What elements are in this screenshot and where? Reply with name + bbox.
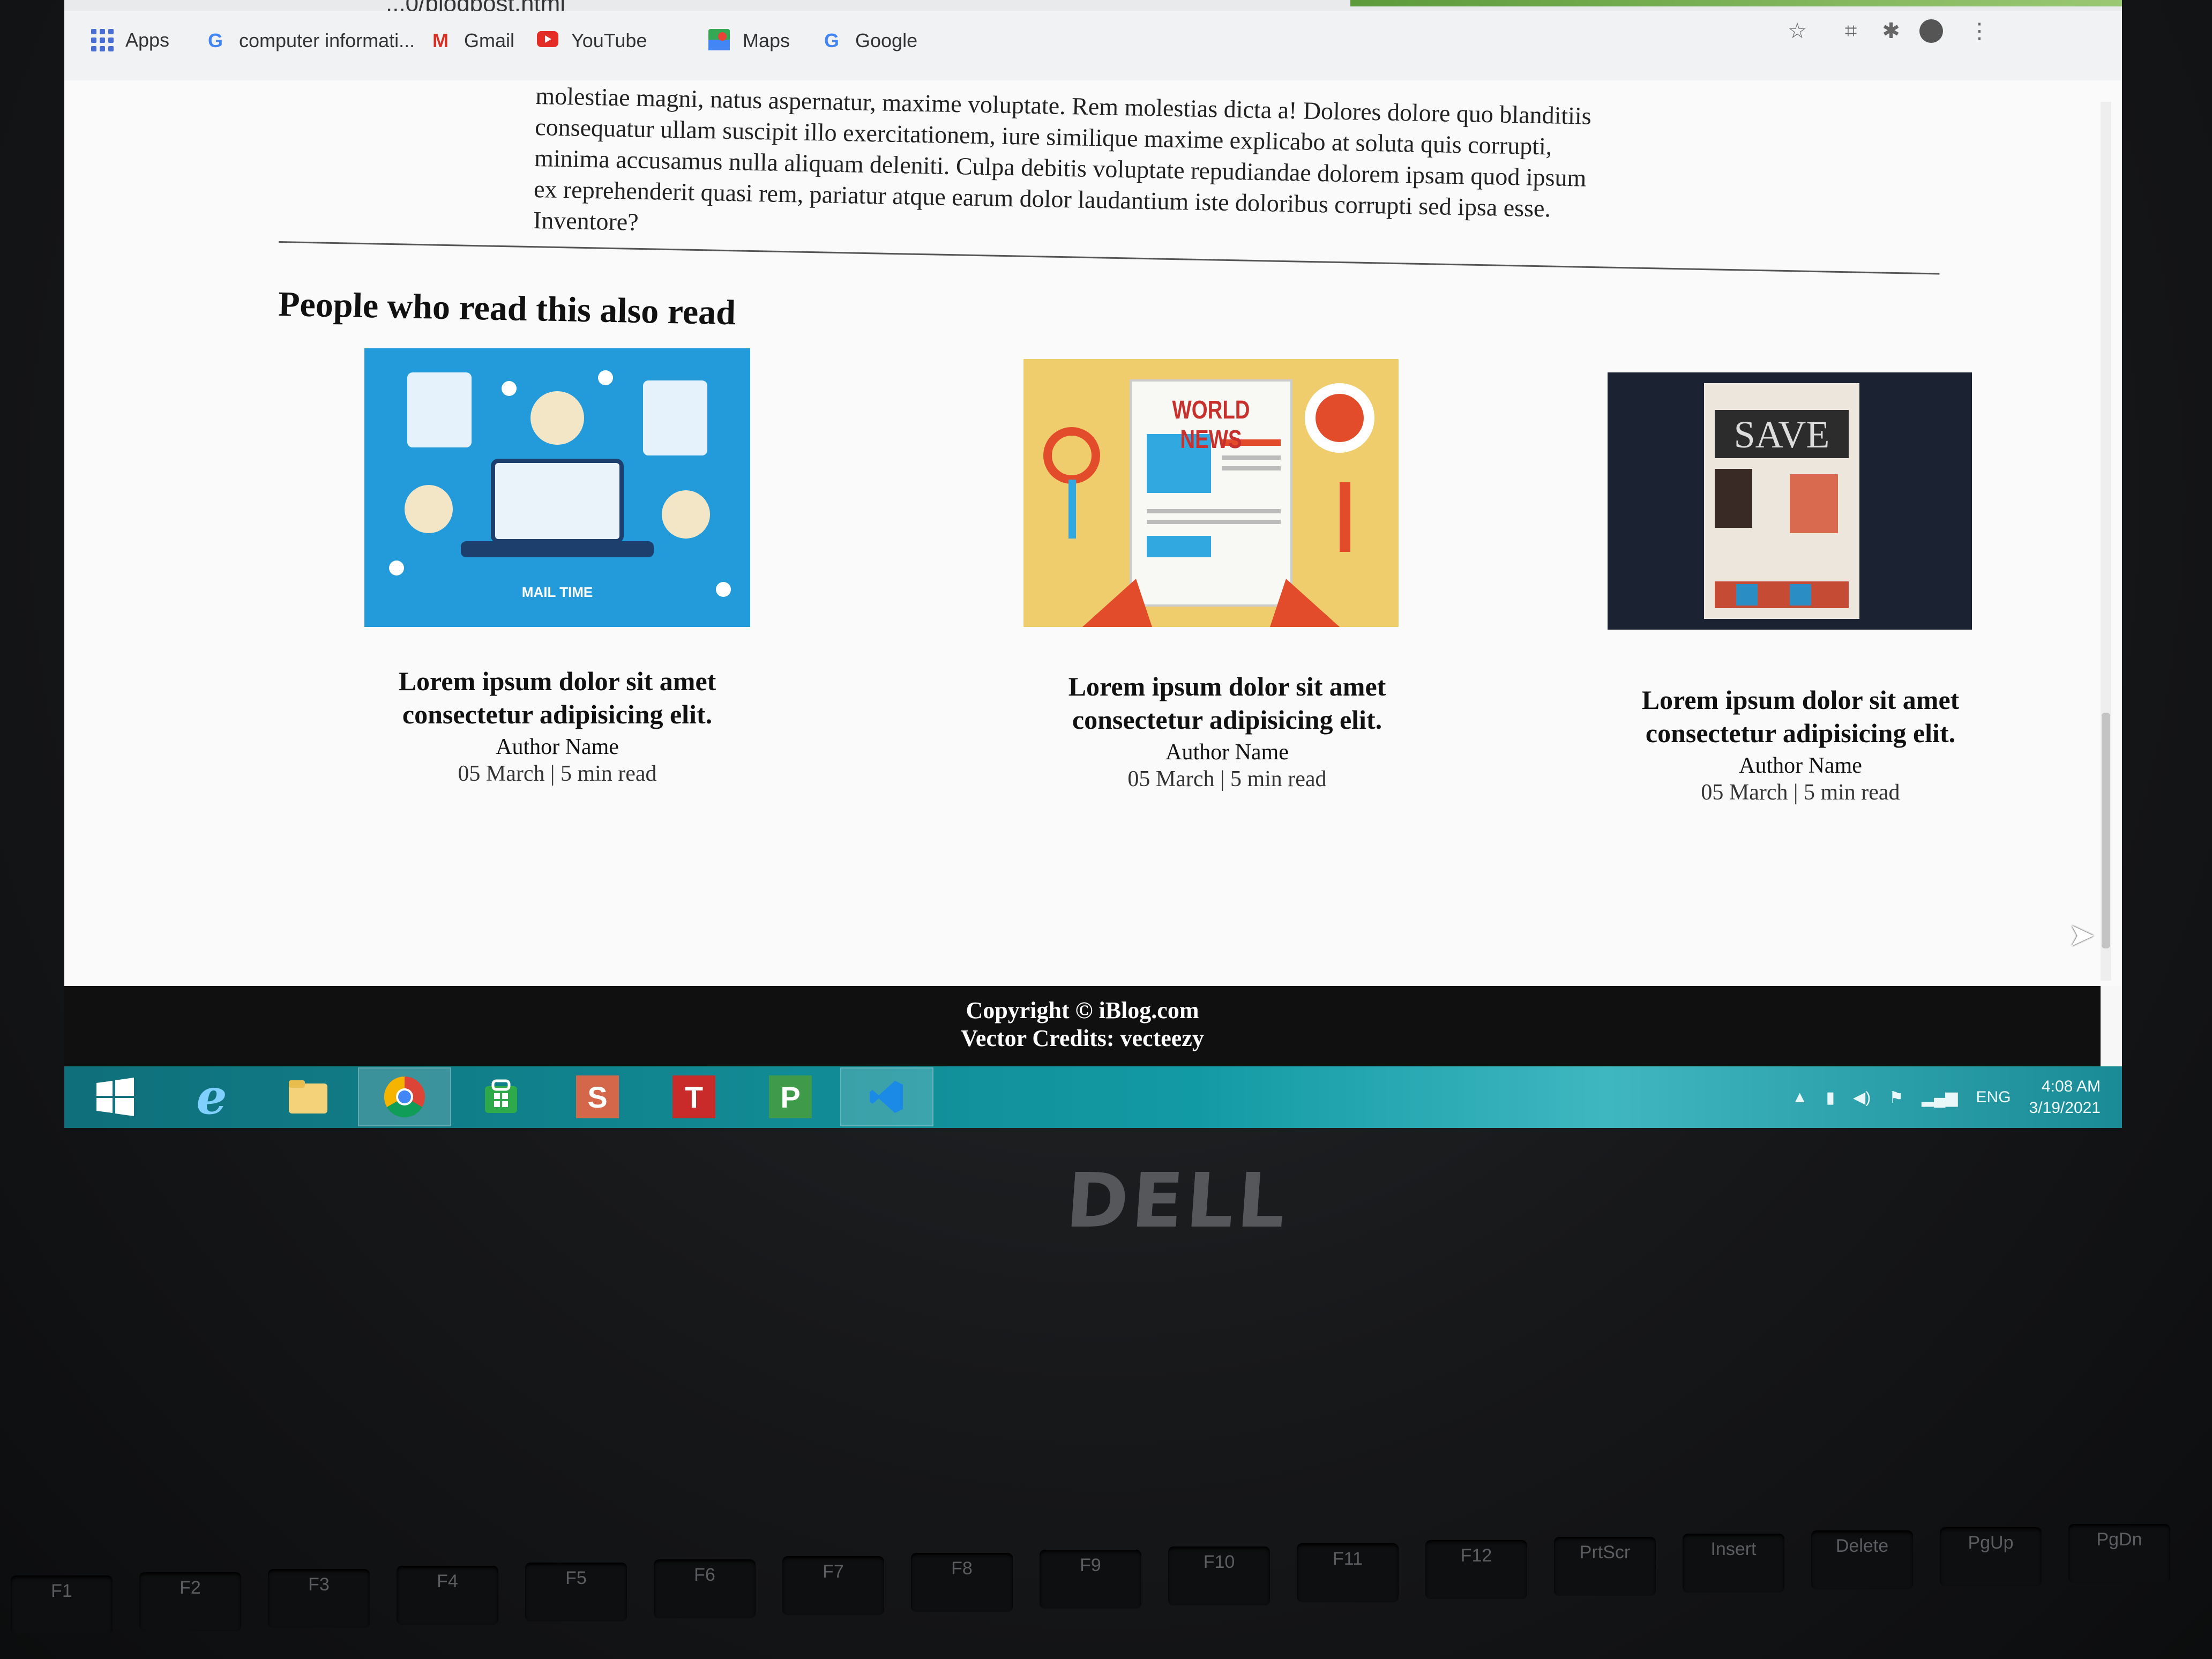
gmail-m-icon: M bbox=[432, 29, 449, 51]
key-pgdn: PgDn bbox=[2068, 1524, 2170, 1583]
thumbnail-caption: MAIL TIME bbox=[521, 584, 593, 600]
related-card-1[interactable]: MAIL TIME Lorem ipsum dolor sit amet con… bbox=[300, 348, 814, 831]
card-title-line[interactable]: Lorem ipsum dolor sit amet bbox=[970, 670, 1484, 703]
windows-start-icon[interactable] bbox=[70, 1068, 161, 1125]
bookmark-label: Google bbox=[855, 29, 918, 51]
flag-icon[interactable]: ⚑ bbox=[1889, 1088, 1903, 1107]
google-g-icon: G bbox=[207, 29, 223, 51]
file-explorer-icon[interactable] bbox=[263, 1068, 354, 1125]
clock[interactable]: 4:08 AM 3/19/2021 bbox=[2029, 1076, 2101, 1119]
internet-explorer-icon[interactable]: e bbox=[166, 1068, 257, 1125]
chrome-icon[interactable] bbox=[358, 1067, 451, 1126]
card-thumbnail-news[interactable]: WORLD NEWS bbox=[1023, 359, 1399, 627]
key-f12: F12 bbox=[1425, 1540, 1527, 1599]
profile-icon[interactable] bbox=[1918, 18, 1944, 44]
card-title-line[interactable]: Lorem ipsum dolor sit amet bbox=[1543, 683, 2058, 716]
site-footer: Copyright © iBlog.com Vector Credits: ve… bbox=[64, 986, 2101, 1066]
key-prtscr: PrtScr bbox=[1554, 1537, 1656, 1596]
card-thumbnail-wedding[interactable]: SAVE bbox=[1608, 372, 1972, 630]
maps-icon bbox=[707, 29, 731, 53]
key-f4: F4 bbox=[397, 1566, 498, 1625]
dell-logo: DELL bbox=[1063, 1157, 1291, 1245]
key-delete: Delete bbox=[1811, 1530, 1913, 1589]
card-title-line[interactable]: consectetur adipisicing elit. bbox=[300, 698, 814, 731]
key-f5: F5 bbox=[525, 1563, 627, 1621]
bookmark-computer-info[interactable]: G computer informati... bbox=[204, 29, 415, 53]
youtube-icon bbox=[536, 29, 559, 53]
card-title-line[interactable]: consectetur adipisicing elit. bbox=[970, 703, 1484, 736]
bookmark-maps[interactable]: Maps bbox=[707, 29, 790, 53]
bookmark-youtube[interactable]: YouTube bbox=[536, 29, 647, 53]
card-meta: 05 March | 5 min read bbox=[1701, 780, 1900, 805]
volume-icon[interactable]: ◀) bbox=[1853, 1088, 1871, 1107]
card-title[interactable]: Lorem ipsum dolor sit amet consectetur a… bbox=[300, 664, 814, 731]
laptop-screen: ...0/blogpost.html Apps G computer infor… bbox=[64, 0, 2122, 1128]
scrollbar[interactable] bbox=[2101, 102, 2111, 981]
card-author: Author Name bbox=[1739, 753, 1862, 778]
star-icon[interactable]: ☆ bbox=[1784, 18, 1810, 44]
mouse-cursor-icon: ➤ bbox=[2068, 916, 2095, 954]
key-f6: F6 bbox=[654, 1559, 756, 1618]
store-icon[interactable] bbox=[455, 1068, 547, 1125]
card-title[interactable]: Lorem ipsum dolor sit amet consectetur a… bbox=[970, 670, 1484, 736]
key-insert: Insert bbox=[1683, 1534, 1784, 1593]
keyboard-function-row: F1 F2 F3 F4 F5 F6 F7 F8 F9 F10 F11 F12 PrtScr Insert D… bbox=[0, 1524, 2212, 1659]
bookmark-label: YouTube bbox=[571, 29, 647, 51]
clock-date: 3/19/2021 bbox=[2029, 1099, 2101, 1117]
bookmark-label: Maps bbox=[743, 29, 790, 51]
card-title-line[interactable]: Lorem ipsum dolor sit amet bbox=[300, 664, 814, 698]
camera-icon[interactable]: ⌗ bbox=[1838, 18, 1864, 44]
key-f10: F10 bbox=[1168, 1546, 1270, 1605]
card-meta: 05 March | 5 min read bbox=[1127, 767, 1327, 791]
bookmarks-bar: Apps G computer informati... M Gmail You… bbox=[64, 11, 2122, 81]
footer-copyright: Copyright © iBlog.com bbox=[966, 997, 1199, 1023]
key-f8: F8 bbox=[911, 1553, 1013, 1612]
related-card-2[interactable]: WORLD NEWS Lorem ipsum dolor sit amet co… bbox=[970, 359, 1484, 841]
network-icon[interactable]: ▂▄▆ bbox=[1922, 1088, 1957, 1107]
key-f2: F2 bbox=[139, 1572, 241, 1631]
menu-dots-icon[interactable]: ⋮ bbox=[1967, 18, 1992, 44]
t-app-icon[interactable]: T bbox=[648, 1068, 739, 1125]
key-f11: F11 bbox=[1297, 1543, 1399, 1602]
bookmark-label: Apps bbox=[125, 29, 170, 51]
key-f1: F1 bbox=[11, 1575, 113, 1634]
bookmark-label: computer informati... bbox=[239, 29, 415, 51]
related-heading: People who read this also read bbox=[278, 284, 736, 333]
card-author: Author Name bbox=[496, 735, 619, 759]
footer-credits: Vector Credits: vecteezy bbox=[961, 1025, 1204, 1051]
extensions-icon[interactable]: ✱ bbox=[1878, 18, 1904, 44]
bookmark-google[interactable]: G Google bbox=[820, 29, 917, 53]
clock-time: 4:08 AM bbox=[2041, 1078, 2101, 1095]
card-meta: 05 March | 5 min read bbox=[458, 761, 657, 786]
thumbnail-caption: WORLD NEWS bbox=[1172, 396, 1250, 454]
scrollbar-thumb[interactable] bbox=[2102, 713, 2110, 948]
page-content: molestiae magni, natus aspernatur, maxim… bbox=[64, 80, 2122, 986]
tray-expand-icon[interactable]: ▲ bbox=[1792, 1088, 1808, 1107]
browser-window: ...0/blogpost.html Apps G computer infor… bbox=[64, 0, 2122, 1066]
vscode-icon[interactable] bbox=[840, 1067, 933, 1126]
apps-grid-icon bbox=[91, 29, 114, 51]
key-f7: F7 bbox=[782, 1556, 884, 1615]
bookmark-label: Gmail bbox=[464, 29, 515, 51]
related-card-3[interactable]: SAVE Lorem ipsum dolor sit amet consecte… bbox=[1543, 372, 2058, 855]
battery-icon[interactable]: ▮ bbox=[1826, 1088, 1835, 1107]
key-pgup: PgUp bbox=[1940, 1527, 2042, 1586]
language-indicator[interactable]: ENG bbox=[1976, 1088, 2011, 1107]
s-app-icon[interactable]: S bbox=[552, 1068, 643, 1125]
key-f3: F3 bbox=[268, 1569, 370, 1628]
article-body: molestiae magni, natus aspernatur, maxim… bbox=[533, 80, 1768, 259]
system-tray: ▲ ▮ ◀) ⚑ ▂▄▆ ENG 4:08 AM 3/19/2021 bbox=[1792, 1076, 2101, 1119]
bookmark-apps[interactable]: Apps bbox=[91, 29, 169, 51]
card-title[interactable]: Lorem ipsum dolor sit amet consectetur a… bbox=[1543, 683, 2058, 750]
window-accent-strip bbox=[1350, 0, 2122, 6]
bookmark-gmail[interactable]: M Gmail bbox=[429, 29, 514, 53]
card-thumbnail-mail[interactable]: MAIL TIME bbox=[364, 348, 750, 627]
card-author: Author Name bbox=[1165, 740, 1289, 765]
windows-taskbar: e S T P ▲ ▮ ◀) ⚑ ▂▄▆ ENG 4:08 AM 3/19/20… bbox=[64, 1066, 2122, 1128]
thumbnail-caption: SAVE bbox=[1733, 413, 1830, 456]
key-f9: F9 bbox=[1040, 1550, 1141, 1609]
google-g-icon: G bbox=[824, 29, 839, 51]
card-title-line[interactable]: consectetur adipisicing elit. bbox=[1543, 716, 2058, 750]
p-app-icon[interactable]: P bbox=[745, 1068, 836, 1125]
